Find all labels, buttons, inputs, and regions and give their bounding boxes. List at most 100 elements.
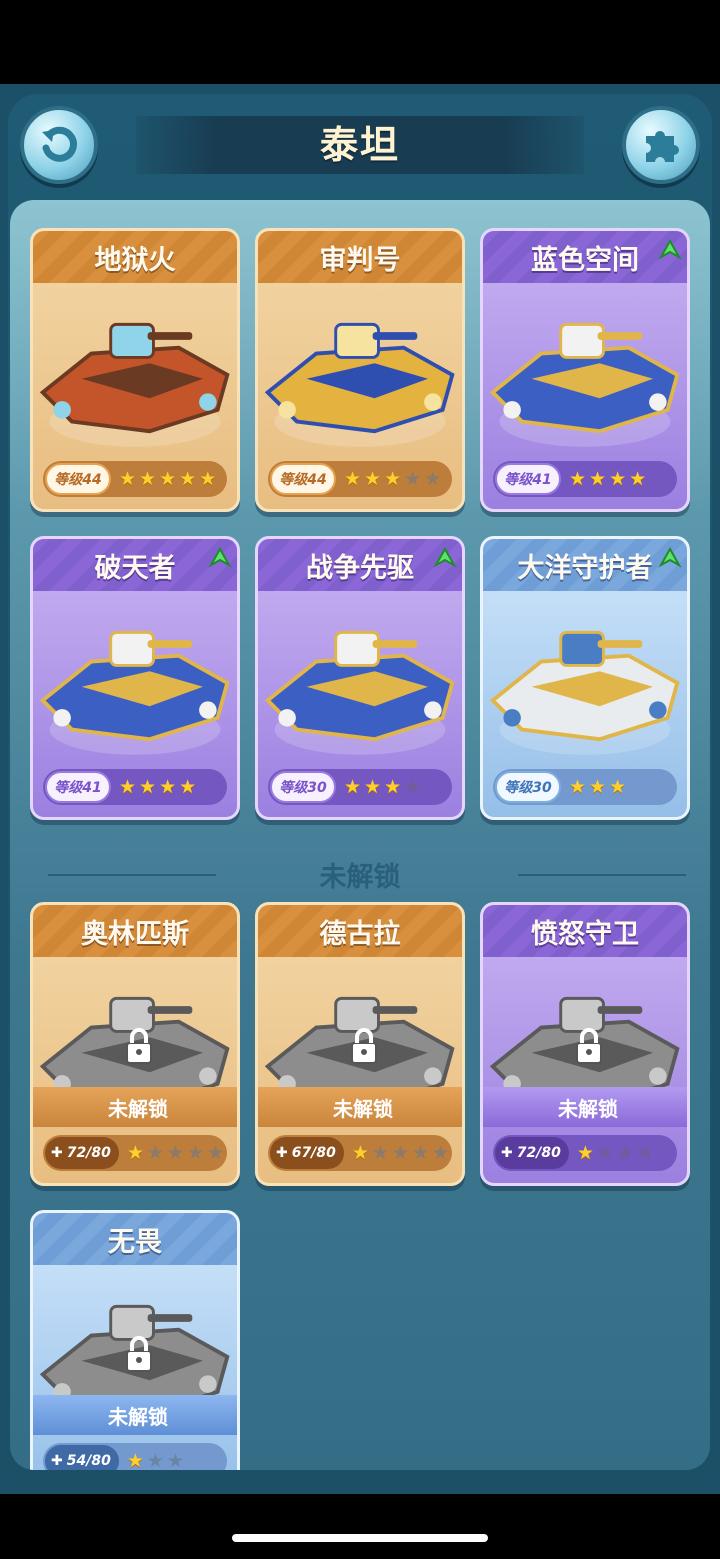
ship-name: 无畏 xyxy=(33,1213,237,1265)
puzzle-piece-icon: ✚ xyxy=(51,1453,63,1469)
star-rating: ★ ★ ★ ★ xyxy=(569,467,647,490)
upgrade-arrow-icon xyxy=(208,546,232,568)
star-icon: ★ xyxy=(371,1141,389,1164)
locked-label: 未解锁 xyxy=(258,1087,462,1127)
star-icon: ★ xyxy=(569,467,587,490)
fragment-count: ✚ 67/80 xyxy=(270,1137,344,1169)
star-rating: ★ ★ ★ ★ xyxy=(344,775,422,798)
star-icon: ★ xyxy=(629,467,647,490)
star-icon: ★ xyxy=(159,467,177,490)
star-icon: ★ xyxy=(126,1141,144,1164)
star-icon: ★ xyxy=(609,467,627,490)
locked-ship-card[interactable]: 德古拉 未解锁 ✚ 67/80 ★ ★ ★ ★ ★ xyxy=(255,902,465,1186)
level-badge: 等级30 xyxy=(495,771,561,803)
star-icon: ★ xyxy=(432,1141,450,1164)
ship-footer: 等级30 ★ ★ ★ ★ xyxy=(268,769,452,805)
upgrade-arrow-icon xyxy=(658,238,682,260)
star-rating: ★ ★ ★ xyxy=(126,1449,184,1470)
fragment-value: 72/80 xyxy=(66,1145,111,1161)
locked-ship-card[interactable]: 无畏 未解锁 ✚ 54/80 ★ ★ ★ xyxy=(30,1210,240,1470)
star-icon: ★ xyxy=(391,1141,409,1164)
star-icon: ★ xyxy=(119,775,137,798)
star-icon: ★ xyxy=(344,775,362,798)
ship-footer: ✚ 72/80 ★ ★ ★ ★ ★ xyxy=(43,1135,227,1171)
star-icon: ★ xyxy=(179,467,197,490)
ship-footer: 等级30 ★ ★ ★ xyxy=(493,769,677,805)
lock-icon xyxy=(126,1028,152,1064)
star-icon: ★ xyxy=(411,1141,429,1164)
fragment-count: ✚ 72/80 xyxy=(45,1137,119,1169)
star-rating: ★ ★ ★ ★ xyxy=(119,775,197,798)
star-icon: ★ xyxy=(139,467,157,490)
puzzle-piece-icon xyxy=(646,131,679,162)
locked-ship-card[interactable]: 奥林匹斯 未解锁 ✚ 72/80 ★ ★ ★ ★ ★ xyxy=(30,902,240,1186)
star-icon: ★ xyxy=(616,1141,634,1164)
ship-footer: 等级41 ★ ★ ★ ★ xyxy=(493,461,677,497)
ship-list[interactable]: 未解锁 地狱火 等级44 ★ ★ ★ ★ ★ 审判号 等级44 ★ ★ ★ ★ ★ 蓝色空间 xyxy=(10,200,710,1470)
lock-icon xyxy=(351,1028,377,1064)
star-icon: ★ xyxy=(596,1141,614,1164)
star-icon: ★ xyxy=(404,775,422,798)
ship-name: 审判号 xyxy=(258,231,462,283)
section-divider-right xyxy=(518,874,686,876)
level-badge: 等级30 xyxy=(270,771,336,803)
star-icon: ★ xyxy=(344,467,362,490)
puzzle-piece-icon: ✚ xyxy=(501,1145,513,1161)
ship-card[interactable]: 审判号 等级44 ★ ★ ★ ★ ★ xyxy=(255,228,465,512)
ship-image xyxy=(264,630,455,755)
level-badge: 等级41 xyxy=(45,771,111,803)
star-rating: ★ ★ ★ ★ xyxy=(577,1141,654,1164)
locked-label: 未解锁 xyxy=(33,1395,237,1435)
star-icon: ★ xyxy=(404,467,422,490)
back-button[interactable] xyxy=(20,106,98,184)
star-icon: ★ xyxy=(364,467,382,490)
ship-card[interactable]: 战争先驱 等级30 ★ ★ ★ ★ xyxy=(255,536,465,820)
star-icon: ★ xyxy=(384,775,402,798)
lock-icon xyxy=(576,1028,602,1064)
fragments-button[interactable] xyxy=(622,106,700,184)
star-icon: ★ xyxy=(589,467,607,490)
star-icon: ★ xyxy=(384,467,402,490)
star-icon: ★ xyxy=(636,1141,654,1164)
ship-footer: ✚ 54/80 ★ ★ ★ xyxy=(43,1443,227,1470)
page-title: 泰坦 xyxy=(319,123,400,167)
star-icon: ★ xyxy=(199,467,217,490)
ship-card[interactable]: 大洋守护者 等级30 ★ ★ ★ xyxy=(480,536,690,820)
star-icon: ★ xyxy=(179,775,197,798)
ship-name: 德古拉 xyxy=(258,905,462,957)
star-icon: ★ xyxy=(609,775,627,798)
star-icon: ★ xyxy=(119,467,137,490)
fragment-value: 54/80 xyxy=(66,1453,111,1469)
star-rating: ★ ★ ★ ★ ★ xyxy=(126,1141,225,1164)
ship-footer: 等级44 ★ ★ ★ ★ ★ xyxy=(43,461,227,497)
ship-card[interactable]: 蓝色空间 等级41 ★ ★ ★ ★ xyxy=(480,228,690,512)
puzzle-piece-icon: ✚ xyxy=(51,1145,63,1161)
star-icon: ★ xyxy=(146,1449,164,1470)
ship-image xyxy=(264,322,455,447)
star-icon: ★ xyxy=(569,775,587,798)
fragment-value: 72/80 xyxy=(516,1145,561,1161)
star-icon: ★ xyxy=(364,775,382,798)
ship-card[interactable]: 地狱火 等级44 ★ ★ ★ ★ ★ xyxy=(30,228,240,512)
fragment-count: ✚ 72/80 xyxy=(495,1137,569,1169)
fragment-value: 67/80 xyxy=(291,1145,336,1161)
ship-image xyxy=(39,630,230,755)
locked-label: 未解锁 xyxy=(33,1087,237,1127)
ship-image xyxy=(39,322,230,447)
star-rating: ★ ★ ★ ★ ★ xyxy=(352,1141,450,1164)
star-icon: ★ xyxy=(166,1141,184,1164)
locked-ship-card[interactable]: 愤怒守卫 未解锁 ✚ 72/80 ★ ★ ★ ★ xyxy=(480,902,690,1186)
ship-name: 奥林匹斯 xyxy=(33,905,237,957)
ship-footer: 等级44 ★ ★ ★ ★ ★ xyxy=(268,461,452,497)
star-icon: ★ xyxy=(126,1449,144,1470)
star-icon: ★ xyxy=(186,1141,204,1164)
star-icon: ★ xyxy=(146,1141,164,1164)
locked-label: 未解锁 xyxy=(483,1087,687,1127)
star-icon: ★ xyxy=(139,775,157,798)
refresh-arrow-icon xyxy=(42,126,77,162)
fragment-count: ✚ 54/80 xyxy=(45,1445,119,1470)
star-icon: ★ xyxy=(207,1141,225,1164)
ship-image xyxy=(489,630,680,755)
level-badge: 等级44 xyxy=(45,463,111,495)
ship-card[interactable]: 破天者 等级41 ★ ★ ★ ★ xyxy=(30,536,240,820)
